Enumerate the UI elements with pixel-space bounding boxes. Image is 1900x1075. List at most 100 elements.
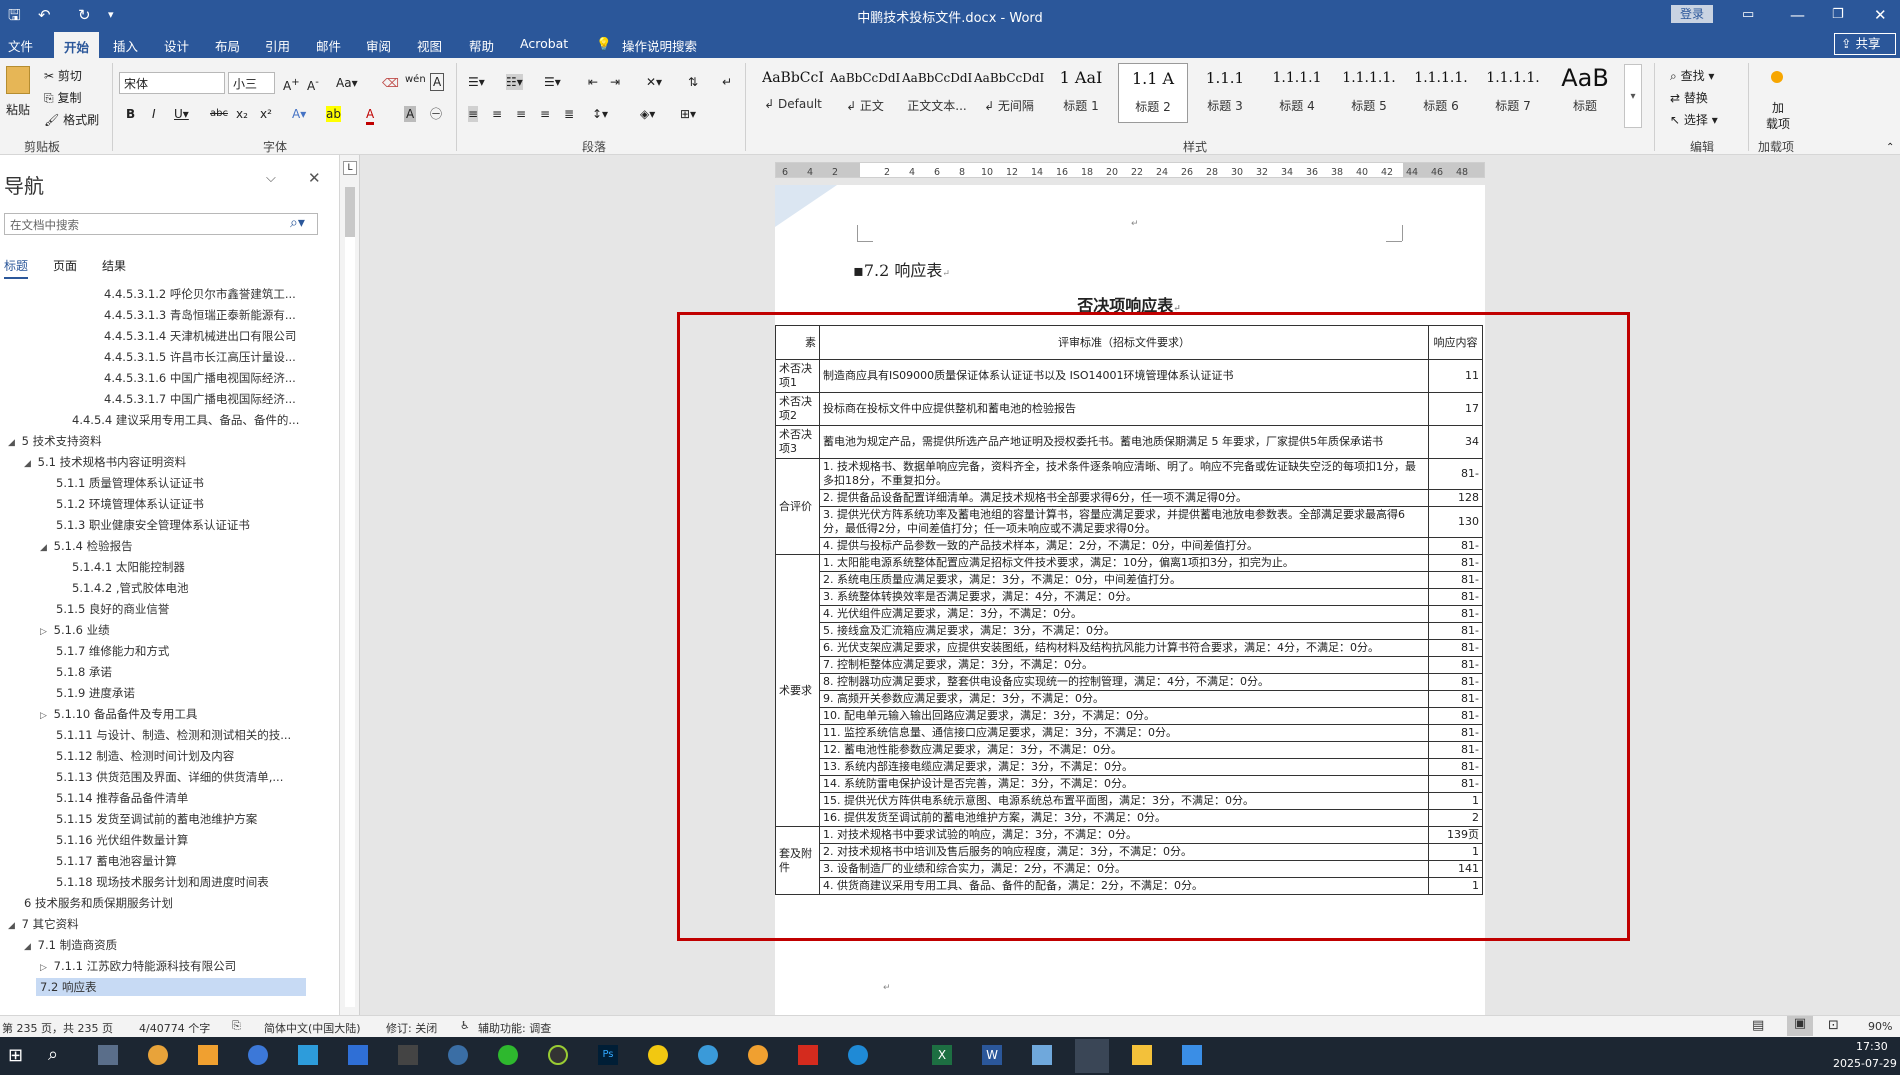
tab-references[interactable]: 引用 <box>265 36 290 55</box>
align-right-icon[interactable]: ≡ <box>516 106 526 122</box>
acrobat-icon[interactable] <box>798 1045 818 1065</box>
underline-icon[interactable]: U▾ <box>174 106 189 122</box>
style-body-text[interactable]: AaBbCcDdI 正文文本... <box>902 63 972 123</box>
style-default[interactable]: AaBbCcI ↲ Default <box>758 63 828 123</box>
read-mode-icon[interactable]: ▤ <box>1752 1018 1764 1033</box>
close-icon[interactable]: ✕ <box>1874 5 1887 25</box>
lightbulb-icon[interactable]: 💡 <box>596 36 612 52</box>
justify-icon[interactable]: ≡ <box>540 106 550 122</box>
superscript-icon[interactable]: x² <box>260 106 272 122</box>
line-spacing-icon[interactable]: ↕▾ <box>592 106 608 122</box>
style-no-spacing[interactable]: AaBbCcDdI ↲ 无间隔 <box>974 63 1044 123</box>
nav-heading-item[interactable]: 4.4.5.3.1.5 许昌市长江高压计量设... <box>104 348 296 366</box>
cut-button[interactable]: ✂ 剪切 <box>44 68 82 84</box>
align-left-icon[interactable]: ≡ <box>468 106 479 122</box>
find-button[interactable]: ⌕ 查找 ▾ <box>1670 68 1714 84</box>
nav-heading-item[interactable]: 5.1.16 光伏组件数量计算 <box>56 831 188 849</box>
nav-heading-item-selected[interactable]: 7.2 响应表 <box>36 978 306 996</box>
select-button[interactable]: ↖ 选择 ▾ <box>1670 112 1718 128</box>
tab-design[interactable]: 设计 <box>164 36 189 55</box>
subscript-icon[interactable]: x₂ <box>236 106 248 122</box>
nav-heading-item[interactable]: 5.1.3 职业健康安全管理体系认证证书 <box>56 516 250 534</box>
collapse-icon[interactable]: ◢ <box>24 938 34 956</box>
collapse-icon[interactable]: ◢ <box>24 455 34 473</box>
bold-icon[interactable]: B <box>126 106 135 122</box>
app-icon[interactable] <box>248 1045 268 1065</box>
clear-format-icon[interactable]: ⌫ <box>382 75 399 91</box>
nav-heading-item[interactable]: 4.4.5.4 建议采用专用工具、备品、备件的... <box>72 411 299 429</box>
nav-options-icon[interactable]: ⌵ <box>266 171 276 186</box>
minimize-icon[interactable]: — <box>1790 5 1805 25</box>
strikethrough-icon[interactable]: abc <box>210 106 228 122</box>
addins-button-line1[interactable]: 加 <box>1772 100 1784 116</box>
nav-heading-item[interactable]: 4.4.5.3.1.4 天津机械进出口有限公司 <box>104 327 296 345</box>
tab-help[interactable]: 帮助 <box>469 36 494 55</box>
nav-heading-item[interactable]: 5.1.5 良好的商业信誉 <box>56 600 169 618</box>
app-icon[interactable] <box>548 1045 568 1065</box>
nav-search-box[interactable]: 在文档中搜索 ⌕▾ <box>4 213 318 235</box>
zoom-level[interactable]: 90% <box>1868 1020 1892 1033</box>
addins-button-line2[interactable]: 载项 <box>1766 116 1790 132</box>
nav-search-input[interactable]: 在文档中搜索 <box>10 217 79 233</box>
style-heading-7[interactable]: 1.1.1.1. 标题 7 <box>1478 63 1548 123</box>
app-icon-active[interactable] <box>1075 1039 1109 1073</box>
styles-more-icon[interactable]: ▾ <box>1624 64 1642 128</box>
nav-heading-item[interactable]: 4.4.5.3.1.6 中国广播电视国际经济... <box>104 369 296 387</box>
phonetic-guide-icon[interactable]: wén <box>405 72 426 88</box>
ribbon-display-icon[interactable]: ▭ <box>1742 5 1754 25</box>
chinese-layout-icon[interactable]: ✕▾ <box>646 74 662 90</box>
app-icon[interactable] <box>448 1045 468 1065</box>
accessibility-icon[interactable]: ♿ <box>460 1019 470 1032</box>
addin-icon[interactable] <box>1771 71 1783 83</box>
tab-insert[interactable]: 插入 <box>113 36 138 55</box>
shrink-font-icon[interactable]: A- <box>307 75 319 94</box>
nav-heading-item[interactable]: 5.1.11 与设计、制造、检测和测试相关的技... <box>56 726 291 744</box>
word-count[interactable]: 4/40774 个字 <box>139 1020 210 1036</box>
collapse-icon[interactable]: ◢ <box>40 539 50 557</box>
style-heading-1[interactable]: 1 AaI 标题 1 <box>1046 63 1116 123</box>
app-icon[interactable] <box>348 1045 368 1065</box>
print-layout-icon[interactable]: ▣ <box>1787 1016 1813 1036</box>
track-changes[interactable]: 修订: 关闭 <box>386 1020 437 1036</box>
nav-heading-item[interactable]: 5.1.18 现场技术服务计划和周进度时间表 <box>56 873 269 891</box>
multilevel-list-icon[interactable]: ☰▾ <box>544 74 561 90</box>
style-heading-2[interactable]: 1.1 A 标题 2 <box>1118 63 1188 123</box>
app-icon[interactable] <box>1182 1045 1202 1065</box>
font-color-icon[interactable]: A <box>366 106 375 125</box>
file-explorer-icon[interactable] <box>1132 1045 1152 1065</box>
share-button[interactable]: ⇪ 共享 <box>1834 33 1896 55</box>
nav-heading-item[interactable]: 5.1.17 蓄电池容量计算 <box>56 852 177 870</box>
section-heading[interactable]: ▪7.2 响应表↵ <box>853 257 950 281</box>
nav-heading-item[interactable]: 5.1.4.2 ,管式胶体电池 <box>72 579 189 597</box>
nav-heading-item[interactable]: 4.4.5.3.1.7 中国广播电视国际经济... <box>104 390 296 408</box>
app-icon[interactable] <box>848 1045 868 1065</box>
app-icon[interactable] <box>198 1045 218 1065</box>
collapse-icon[interactable]: ◢ <box>8 434 18 452</box>
language[interactable]: 简体中文(中国大陆) <box>264 1020 361 1036</box>
nav-heading-item[interactable]: ▷ 5.1.10 备品备件及专用工具 <box>40 705 197 725</box>
app-icon[interactable] <box>698 1045 718 1065</box>
nav-heading-item[interactable]: 5.1.12 制造、检测时间计划及内容 <box>56 747 234 765</box>
nav-tab-pages[interactable]: 页面 <box>53 257 77 274</box>
bullets-icon[interactable]: ☰▾ <box>468 74 485 90</box>
collapse-icon[interactable]: ◢ <box>8 917 18 935</box>
nav-heading-item[interactable]: 4.4.5.3.1.3 青岛恒瑞正泰新能源有... <box>104 306 296 324</box>
chrome-icon[interactable] <box>148 1045 168 1065</box>
shading-icon[interactable]: ◈▾ <box>640 106 655 122</box>
nav-heading-item[interactable]: 5.1.9 进度承诺 <box>56 684 135 702</box>
photoshop-icon[interactable]: Ps <box>598 1045 618 1065</box>
tab-view[interactable]: 视图 <box>417 36 442 55</box>
web-layout-icon[interactable]: ⊡ <box>1828 1018 1839 1033</box>
nav-heading-item[interactable]: ◢ 5.1.4 检验报告 <box>40 537 133 557</box>
word-icon[interactable]: W <box>982 1045 1002 1065</box>
nav-heading-item[interactable]: 5.1.13 供货范围及界面、详细的供货清单,... <box>56 768 283 786</box>
replace-button[interactable]: ⇄ 替换 <box>1670 90 1708 106</box>
nav-heading-item[interactable]: ▷ 7.1.1 江苏欧力特能源科技有限公司 <box>40 957 236 977</box>
font-size-combo[interactable]: 小三 <box>228 72 275 94</box>
nav-heading-item[interactable]: ▷ 5.1.6 业绩 <box>40 621 110 641</box>
tab-selector-icon[interactable]: L <box>343 161 357 175</box>
nav-heading-item[interactable]: 5.1.7 维修能力和方式 <box>56 642 169 660</box>
proofing-icon[interactable]: ⎘ <box>232 1019 241 1033</box>
show-marks-icon[interactable]: ↵ <box>722 74 732 90</box>
change-case-icon[interactable]: Aa▾ <box>336 75 358 91</box>
